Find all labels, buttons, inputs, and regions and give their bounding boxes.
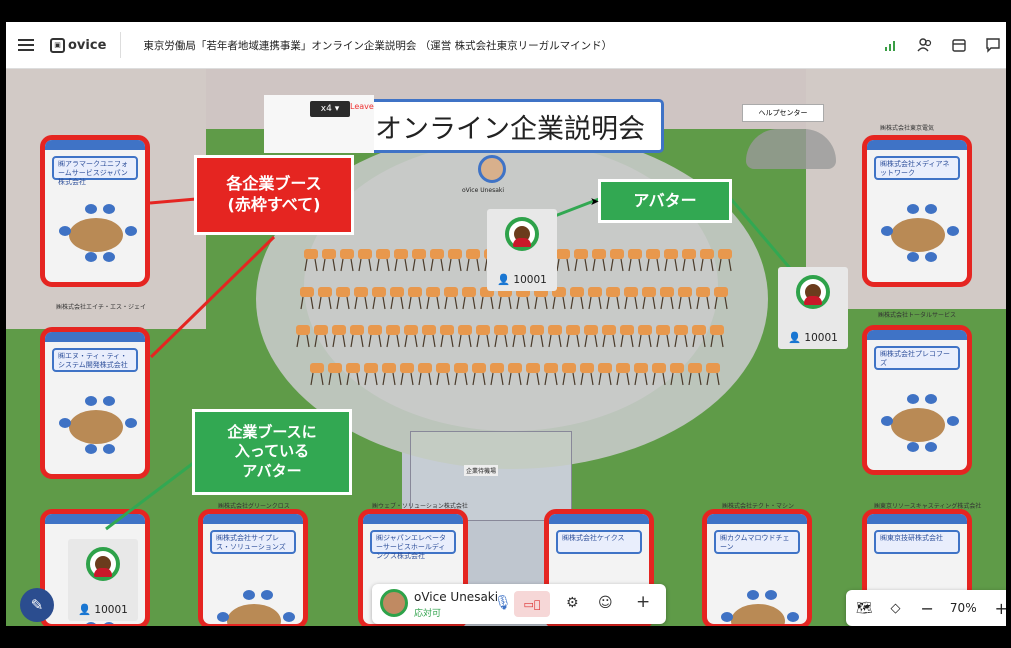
callout-booths: 各企業ブース (赤枠すべて)	[194, 155, 354, 235]
space-title: 東京労働局「若年者地域連携事業」オンライン企業説明会 （運営 株式会社東京リーガ…	[143, 39, 613, 52]
locate-icon[interactable]: ◇	[891, 601, 901, 616]
top-bar: ▣ ovice 東京労働局「若年者地域連携事業」オンライン企業説明会 （運営 株…	[6, 22, 1006, 69]
avatar-id-value: 10001	[804, 332, 838, 344]
avatar-body	[513, 238, 531, 247]
avatar-id-value: 10001	[513, 274, 547, 286]
cursor-icon: ➤	[590, 195, 600, 208]
app-screen: ▣ ovice 東京労働局「若年者地域連携事業」オンライン企業説明会 （運営 株…	[6, 22, 1006, 626]
callout-connectors	[105, 197, 808, 531]
virtual-space-map[interactable]: オンライン企業説明会 x4 ▾ Leave ヘルプセンター oVice Unes…	[6, 69, 1006, 626]
logo-mark-icon: ▣	[50, 37, 65, 53]
zoom-control-bar: 🗺 ◇ − 70% +	[846, 590, 1006, 626]
callout-in-booth: 企業ブースに 入っている アバター	[192, 409, 352, 495]
chat-fab-icon[interactable]: ✎	[20, 588, 54, 622]
avatar-ring	[796, 275, 830, 309]
bottom-control-bar: oVice Unesaki 応対可 🎙 ▭⃠ ⚙ ☺ +	[372, 584, 666, 624]
self-name: oVice Unesaki	[414, 590, 499, 604]
avatar-id: 👤 10001	[78, 604, 128, 616]
menu-icon[interactable]	[18, 39, 34, 51]
avatar-body	[94, 568, 112, 577]
self-avatar[interactable]	[380, 589, 408, 617]
avatar-id-value: 10001	[94, 604, 128, 616]
avatar-card-a2[interactable]: 👤 10001	[778, 267, 848, 349]
avatar-card-a3[interactable]: 👤 10001	[68, 539, 138, 621]
avatar-card-a1[interactable]: 👤 10001	[487, 209, 557, 291]
logo-text: ovice	[68, 37, 107, 53]
avatar-id: 👤 10001	[497, 274, 547, 286]
signal-icon[interactable]	[882, 36, 900, 54]
reaction-icon[interactable]: ☺	[598, 595, 613, 611]
self-status[interactable]: 応対可	[414, 606, 441, 619]
map-icon[interactable]: 🗺	[856, 601, 873, 616]
avatar-ring	[86, 547, 120, 581]
camera-off-icon[interactable]: ▭⃠	[514, 591, 550, 617]
zoom-in-button[interactable]: +	[995, 599, 1006, 618]
top-icon-group	[882, 22, 1006, 68]
avatar-id: 👤 10001	[788, 332, 838, 344]
mic-icon[interactable]: 🎙	[494, 595, 512, 611]
people-icon[interactable]	[916, 36, 934, 54]
add-icon[interactable]: +	[636, 592, 650, 612]
calendar-icon[interactable]	[950, 36, 968, 54]
zoom-level: 70%	[949, 601, 977, 615]
chat-icon[interactable]	[984, 36, 1002, 54]
avatar-ring	[505, 217, 539, 251]
settings-icon[interactable]: ⚙	[566, 595, 579, 611]
avatar-body	[804, 296, 822, 305]
callout-avatar: アバター	[598, 179, 732, 223]
logo: ▣ ovice	[50, 32, 122, 58]
zoom-out-button[interactable]: −	[921, 599, 934, 618]
